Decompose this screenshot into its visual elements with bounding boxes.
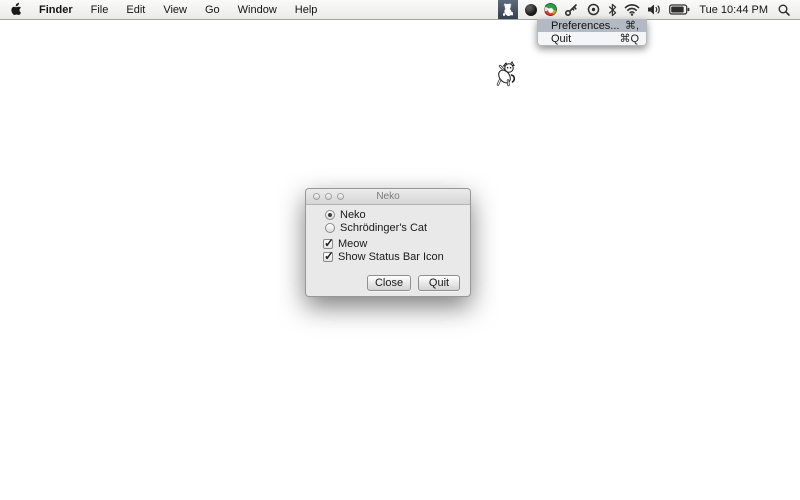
black-ball-status-icon[interactable] [525,0,537,19]
window-title-bar[interactable]: Neko [306,189,470,205]
battery-icon[interactable] [669,0,690,19]
wifi-icon[interactable] [624,0,640,19]
checkbox-label: Show Status Bar Icon [338,251,444,263]
color-wheel-status-icon[interactable] [544,0,557,19]
close-button[interactable] [313,193,320,200]
target-dot-status-icon[interactable] [586,0,601,19]
radio-icon[interactable] [325,210,335,220]
menu-item-label: Quit [551,33,571,45]
close-window-button[interactable]: Close [367,275,411,291]
window-title: Neko [376,191,399,202]
neko-status-icon[interactable] [498,0,518,19]
checkbox-label: Meow [338,238,367,250]
radio-label: Neko [340,209,366,221]
neko-cat-sprite [495,61,519,93]
menu-bar-clock[interactable]: Tue 10:44 PM [697,4,770,16]
apple-icon [9,1,21,18]
checkbox-icon[interactable] [323,239,333,249]
menu-bar-status-area: Tue 10:44 PM [498,0,800,19]
menu-bar-left: Finder File Edit View Go Window Help [0,0,326,19]
menu-item-quit[interactable]: Quit ⌘Q [538,32,646,45]
quit-app-button[interactable]: Quit [418,275,460,291]
checkbox-icon[interactable] [323,252,333,262]
menu-edit[interactable]: Edit [117,0,154,19]
desktop: Finder File Edit View Go Window Help [0,0,800,500]
apple-menu[interactable] [0,0,30,19]
spotlight-icon[interactable] [777,0,791,19]
menu-finder[interactable]: Finder [30,0,82,19]
checkbox-show-status-bar-icon[interactable]: Show Status Bar Icon [323,251,444,263]
traffic-lights [313,193,344,200]
neko-status-menu: Preferences... ⌘, Quit ⌘Q [537,19,647,46]
menu-window[interactable]: Window [229,0,286,19]
menu-help[interactable]: Help [286,0,327,19]
menu-file[interactable]: File [82,0,118,19]
menu-item-shortcut: ⌘Q [619,32,639,45]
menu-item-label: Preferences... [551,20,619,32]
radio-option-schrodingers-cat[interactable]: Schrödinger's Cat [325,222,427,234]
bluetooth-icon[interactable] [608,0,617,19]
neko-window: Neko Neko Schrödinger's Cat Meow Show St… [305,188,471,297]
key-status-icon[interactable] [564,0,579,19]
menu-view[interactable]: View [154,0,196,19]
radio-label: Schrödinger's Cat [340,222,427,234]
zoom-button[interactable] [337,193,344,200]
radio-option-neko[interactable]: Neko [325,209,366,221]
minimize-button[interactable] [325,193,332,200]
menu-item-shortcut: ⌘, [625,19,639,32]
menu-item-preferences[interactable]: Preferences... ⌘, [538,19,646,32]
radio-icon[interactable] [325,223,335,233]
volume-icon[interactable] [647,0,662,19]
menu-bar: Finder File Edit View Go Window Help [0,0,800,20]
menu-go[interactable]: Go [196,0,229,19]
